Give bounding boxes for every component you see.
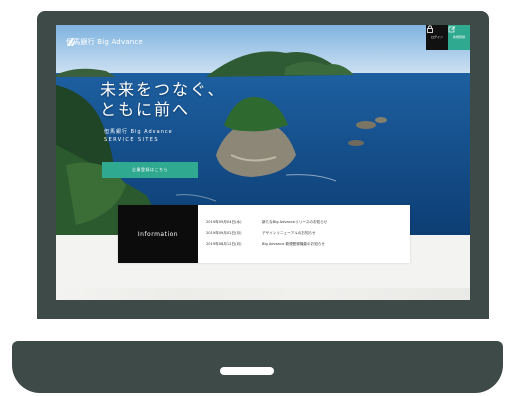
- information-label: Information: [118, 205, 198, 263]
- hero-subtitle-service: SERVICE SITES: [104, 137, 159, 143]
- news-title: 新たなBig Advanceリリースのお知らせ: [262, 220, 328, 224]
- register-label: 新規登録: [452, 35, 465, 39]
- register-button[interactable]: 新規登録: [448, 25, 470, 50]
- news-date: 2019年09月02日(月): [206, 231, 242, 235]
- news-item[interactable]: 2019年09月04日(水) 新たなBig Advanceリリースのお知らせ: [206, 217, 327, 228]
- news-item[interactable]: 2019年09月02日(月) デザインリニューアルのお知らせ: [206, 228, 327, 239]
- cta-button[interactable]: 企業登録はこちら: [102, 162, 198, 178]
- lock-icon: [427, 25, 433, 33]
- laptop-notch: [220, 367, 274, 375]
- news-date: 2019年09月04日(水): [206, 220, 242, 224]
- hero-section: 但馬銀行 Big Advance ログイン 新規登録 未来をつなぐ、 ともに前へ…: [56, 25, 470, 235]
- news-date: 2019年08月12日(月): [206, 242, 242, 246]
- laptop-screen: 但馬銀行 Big Advance ログイン 新規登録 未来をつなぐ、 ともに前へ…: [56, 25, 470, 300]
- login-label: ログイン: [430, 35, 443, 39]
- news-item[interactable]: 2019年08月12日(月) Big Advance 新規登録機能のお知らせ: [206, 239, 327, 250]
- information-panel: Information 2019年09月04日(水) 新たなBig Advanc…: [118, 205, 410, 263]
- brand-logo[interactable]: 但馬銀行 Big Advance: [66, 37, 143, 47]
- news-title: Big Advance 新規登録機能のお知らせ: [262, 242, 325, 246]
- footer-strip: [56, 288, 470, 300]
- edit-icon: [448, 26, 456, 33]
- logo-mark-icon: [67, 38, 75, 46]
- login-button[interactable]: ログイン: [426, 25, 448, 50]
- news-title: デザインリニューアルのお知らせ: [262, 231, 316, 235]
- hero-headline: 未来をつなぐ、 ともに前へ: [100, 80, 226, 119]
- hero-subtitle-brand: 但馬銀行 Big Advance: [104, 129, 173, 135]
- information-list: 2019年09月04日(水) 新たなBig Advanceリリースのお知らせ 2…: [206, 217, 327, 250]
- logo-text: 但馬銀行 Big Advance: [66, 38, 143, 46]
